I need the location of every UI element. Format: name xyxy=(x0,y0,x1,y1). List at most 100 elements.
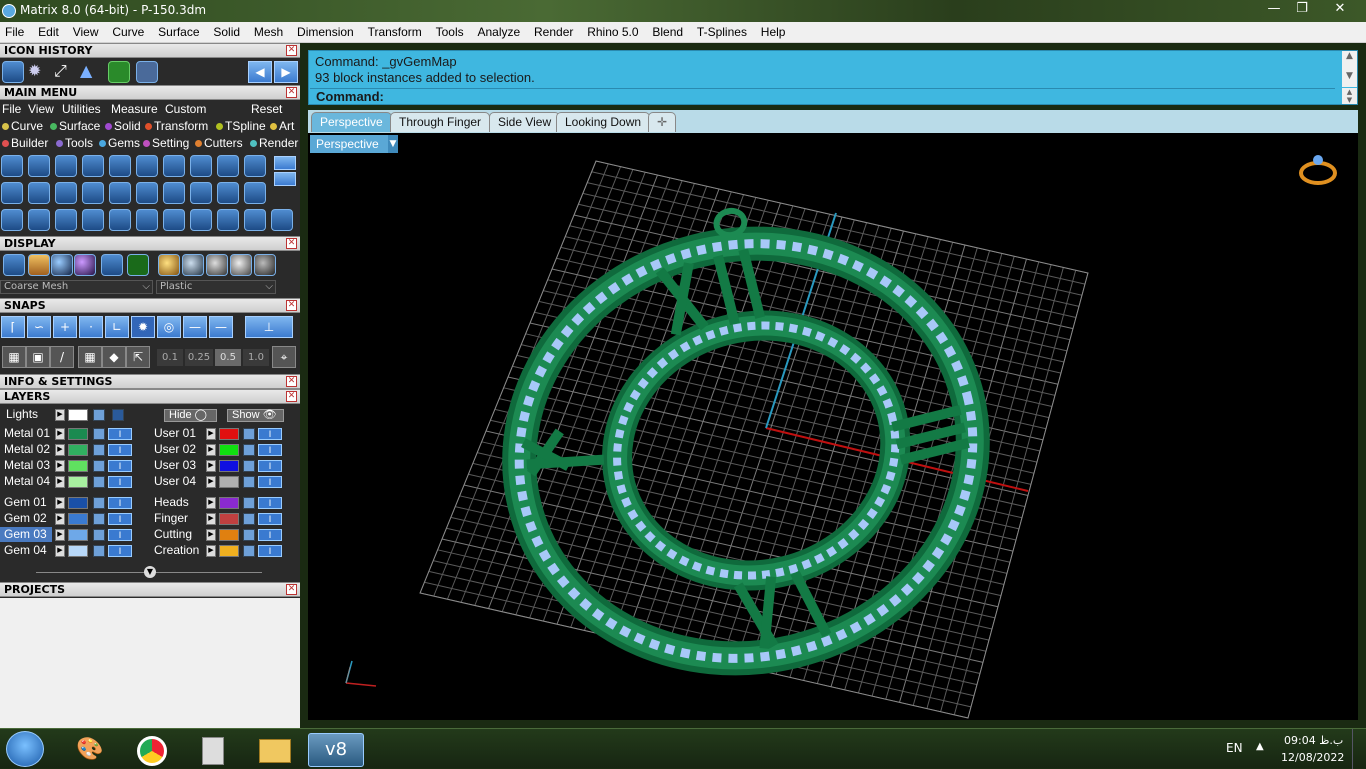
mm-view[interactable]: View xyxy=(28,102,54,116)
mm-custom[interactable]: Custom xyxy=(165,102,206,116)
add-tab-icon[interactable]: ✛ xyxy=(648,112,676,132)
layer-name[interactable]: User 03 xyxy=(150,458,202,473)
diamond-snap-icon[interactable]: ◆ xyxy=(102,346,126,368)
mm-cutters[interactable]: Cutters xyxy=(195,136,243,150)
lock-icon[interactable] xyxy=(93,409,105,421)
layer-row[interactable]: Gem 02 ▶ I xyxy=(0,511,150,526)
close-icon[interactable]: ✕ xyxy=(286,376,297,387)
circle-tool-icon[interactable] xyxy=(271,209,293,231)
expand-arrow-icon[interactable]: ▶ xyxy=(55,409,65,421)
menu-tsplines[interactable]: T-Splines xyxy=(692,22,752,39)
close-icon[interactable]: ✕ xyxy=(286,238,297,249)
close-icon[interactable]: ✕ xyxy=(286,45,297,56)
lock-icon[interactable] xyxy=(93,460,105,472)
gem-display-icon[interactable] xyxy=(136,61,158,83)
layer-row[interactable]: Metal 04 ▶ I xyxy=(0,474,150,489)
layer-color-swatch[interactable] xyxy=(68,545,88,557)
box-tool-icon[interactable] xyxy=(109,182,131,204)
layer-color-swatch[interactable] xyxy=(68,497,88,509)
ring-tool-icon[interactable] xyxy=(1,155,23,177)
mm-curve[interactable]: Curve xyxy=(2,119,43,133)
gold-material-icon[interactable] xyxy=(158,254,180,276)
layer-row[interactable]: User 01 ▶ I xyxy=(150,426,300,441)
layer-visibility-button[interactable]: I xyxy=(108,428,132,440)
link-tool-icon[interactable] xyxy=(190,209,212,231)
close-icon[interactable]: ✕ xyxy=(286,391,297,402)
box-snap-icon[interactable]: ▣ xyxy=(26,346,50,368)
snap-perp-icon[interactable]: ◎ xyxy=(157,316,181,338)
viewport[interactable]: Perspective ▼ xyxy=(308,133,1358,720)
lock-icon[interactable] xyxy=(243,497,255,509)
viewport-label-button[interactable]: Perspective xyxy=(310,135,396,153)
gem-map-icon[interactable] xyxy=(163,182,185,204)
pen-snap-icon[interactable]: / xyxy=(50,346,74,368)
menu-help[interactable]: Help xyxy=(756,22,791,39)
layer-color-swatch[interactable] xyxy=(68,529,88,541)
split-tool-icon[interactable] xyxy=(163,209,185,231)
ghosted-display-icon[interactable] xyxy=(28,254,50,276)
layer-visibility-button[interactable]: I xyxy=(108,529,132,541)
command-input[interactable]: Command: xyxy=(310,88,1335,104)
chrome-app-icon[interactable] xyxy=(126,733,178,767)
expand-arrow-icon[interactable]: ▶ xyxy=(206,545,216,557)
mm-surface[interactable]: Surface xyxy=(50,119,100,133)
crosshair-icon[interactable]: ⌖ xyxy=(272,346,296,368)
layer-color-swatch[interactable] xyxy=(68,476,88,488)
pave-tool-icon[interactable] xyxy=(136,155,158,177)
expand-arrow-icon[interactable]: ▶ xyxy=(206,497,216,509)
layer-row[interactable]: Gem 04 ▶ I xyxy=(0,543,150,558)
layer-color-swatch[interactable] xyxy=(68,460,88,472)
layer-row[interactable]: Gem 01 ▶ I xyxy=(0,495,150,510)
layer-row[interactable]: Finger ▶ I xyxy=(150,511,300,526)
layer-row[interactable]: Metal 02 ▶ I xyxy=(0,442,150,457)
layer-color-swatch[interactable] xyxy=(219,497,239,509)
extrude-tool-icon[interactable] xyxy=(82,182,104,204)
shank-tool-icon[interactable] xyxy=(1,182,23,204)
lock-icon[interactable] xyxy=(243,545,255,557)
mm-builder[interactable]: Builder xyxy=(2,136,48,150)
hide-button[interactable]: Hide ◯ xyxy=(164,409,217,422)
gem-stud-icon[interactable] xyxy=(217,155,239,177)
snap-value-2[interactable]: 0.25 xyxy=(185,349,213,366)
layer-name[interactable]: Metal 02 xyxy=(0,442,52,457)
transform-arrows-icon[interactable]: ⤢ xyxy=(54,61,76,83)
close-icon[interactable]: ✕ xyxy=(286,584,297,595)
mesh-quality-select[interactable]: Coarse Mesh ⌵ xyxy=(0,280,153,294)
bezel-tool-icon[interactable] xyxy=(55,155,77,177)
layer-visibility-button[interactable]: I xyxy=(108,497,132,509)
expand-arrow-icon[interactable]: ▶ xyxy=(55,513,65,525)
close-icon[interactable]: ✕ xyxy=(1328,0,1352,18)
layer-row[interactable]: User 04 ▶ I xyxy=(150,474,300,489)
expand-arrow-icon[interactable]: ▶ xyxy=(55,545,65,557)
gem-on-curve-icon[interactable] xyxy=(82,155,104,177)
matte-material-icon[interactable] xyxy=(254,254,276,276)
matrix-app-icon[interactable]: v8 xyxy=(308,733,364,767)
layer-name[interactable]: Metal 04 xyxy=(0,474,52,489)
layer-row[interactable]: User 03 ▶ I xyxy=(150,458,300,473)
paint-app-icon[interactable]: 🎨 xyxy=(64,733,116,767)
clock-time[interactable]: 09:04 ب.ظ xyxy=(1284,734,1343,747)
settings-tool-icon[interactable] xyxy=(190,182,212,204)
cut-tool-icon[interactable] xyxy=(244,209,266,231)
layer-color-swatch[interactable] xyxy=(68,444,88,456)
layer-name[interactable]: Gem 01 xyxy=(0,495,52,510)
expand-arrow-icon[interactable]: ▶ xyxy=(206,476,216,488)
layer-row[interactable]: Gem 03 ▶ I xyxy=(0,527,150,542)
expand-arrow-icon[interactable]: ▶ xyxy=(55,444,65,456)
expand-arrow-icon[interactable]: ▶ xyxy=(206,444,216,456)
layer-visibility-button[interactable]: I xyxy=(258,497,282,509)
layer-name[interactable]: Creation xyxy=(150,543,202,558)
layer-name[interactable]: Metal 03 xyxy=(0,458,52,473)
ring-sizer-icon[interactable] xyxy=(28,155,50,177)
layer-row[interactable]: User 02 ▶ I xyxy=(150,442,300,457)
mm-gems[interactable]: Gems xyxy=(99,136,140,150)
rendered-display-icon[interactable] xyxy=(74,254,96,276)
mm-reset[interactable]: Reset xyxy=(251,102,282,116)
layer-color-swatch[interactable] xyxy=(219,476,239,488)
menu-file[interactable]: File xyxy=(0,22,29,39)
show-desktop-button[interactable] xyxy=(1352,729,1366,769)
menu-blend[interactable]: Blend xyxy=(647,22,688,39)
close-icon[interactable]: ✕ xyxy=(286,300,297,311)
history-tool-icon[interactable] xyxy=(2,61,24,83)
layer-visibility-button[interactable]: I xyxy=(258,545,282,557)
